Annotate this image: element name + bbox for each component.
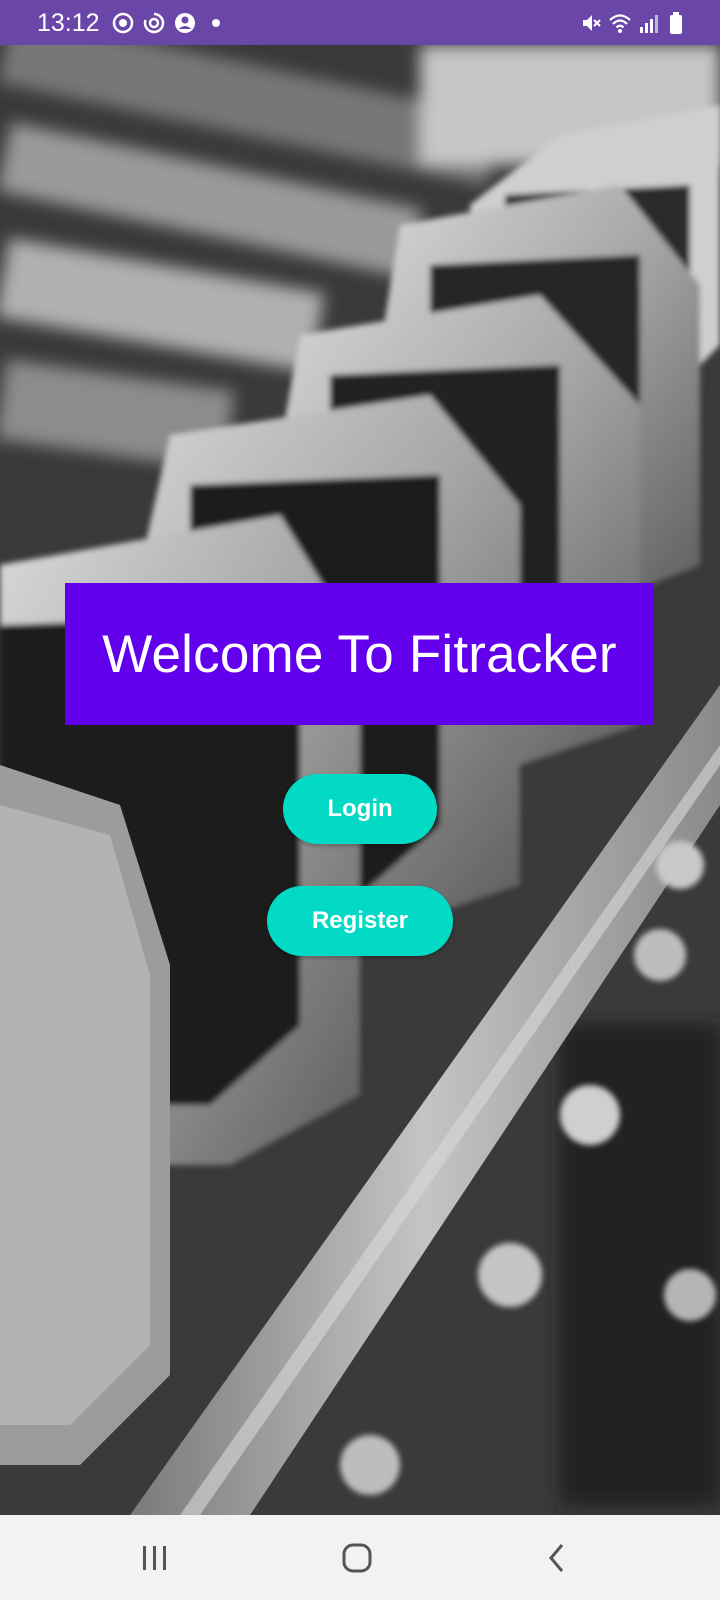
back-icon — [549, 1543, 564, 1572]
recents-icon — [143, 1545, 166, 1570]
welcome-banner: Welcome To Fitracker — [65, 583, 654, 725]
sync-icon — [112, 12, 134, 34]
wifi-icon — [609, 14, 631, 33]
welcome-title: Welcome To Fitracker — [102, 624, 617, 684]
navigation-bar — [0, 1515, 720, 1600]
sync-alt-icon — [143, 12, 165, 34]
signal-icon — [640, 15, 658, 33]
home-icon — [342, 1543, 372, 1572]
battery-icon — [670, 12, 682, 34]
notification-dot-icon — [212, 19, 220, 27]
status-time: 13:12 — [37, 9, 100, 37]
recents-button[interactable] — [95, 1515, 215, 1600]
home-button[interactable] — [297, 1515, 417, 1600]
back-button[interactable] — [497, 1515, 617, 1600]
status-right-icons — [580, 12, 690, 34]
register-button[interactable]: Register — [267, 886, 453, 956]
mute-icon — [583, 15, 601, 31]
account-circle-icon — [175, 13, 195, 33]
status-bar: 13:12 — [0, 0, 720, 45]
login-button[interactable]: Login — [283, 774, 437, 844]
